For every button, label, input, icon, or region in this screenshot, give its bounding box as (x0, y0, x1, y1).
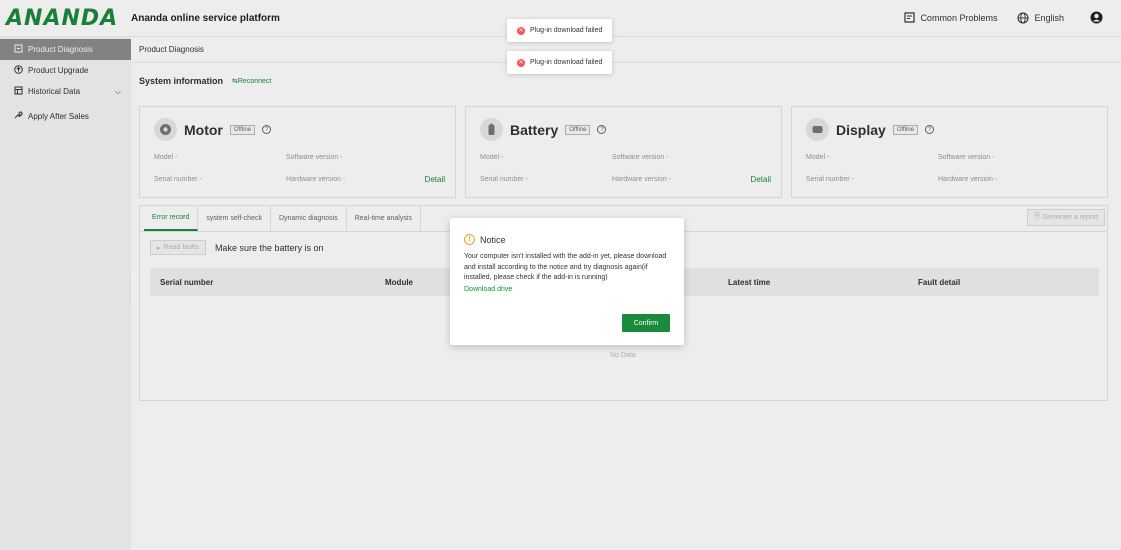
error-icon: ✕ (517, 26, 525, 35)
error-toast: ✕ Plug-in download failed (507, 51, 613, 74)
notice-dialog: ! Notice Your computer isn't installed w… (450, 218, 684, 345)
error-toast: ✕ Plug-in download failed (507, 19, 613, 42)
dialog-title: Notice (480, 234, 506, 245)
confirm-button[interactable]: Confirm (622, 314, 670, 332)
toast-message: Plug-in download failed (530, 59, 603, 66)
download-drive-link[interactable]: Download drive (464, 285, 674, 296)
dialog-body: Your computer isn't installed with the a… (464, 252, 674, 295)
toast-message: Plug-in download failed (530, 27, 603, 34)
warning-icon: ! (464, 234, 475, 245)
error-icon: ✕ (517, 58, 525, 67)
dialog-message: Your computer isn't installed with the a… (464, 253, 667, 281)
